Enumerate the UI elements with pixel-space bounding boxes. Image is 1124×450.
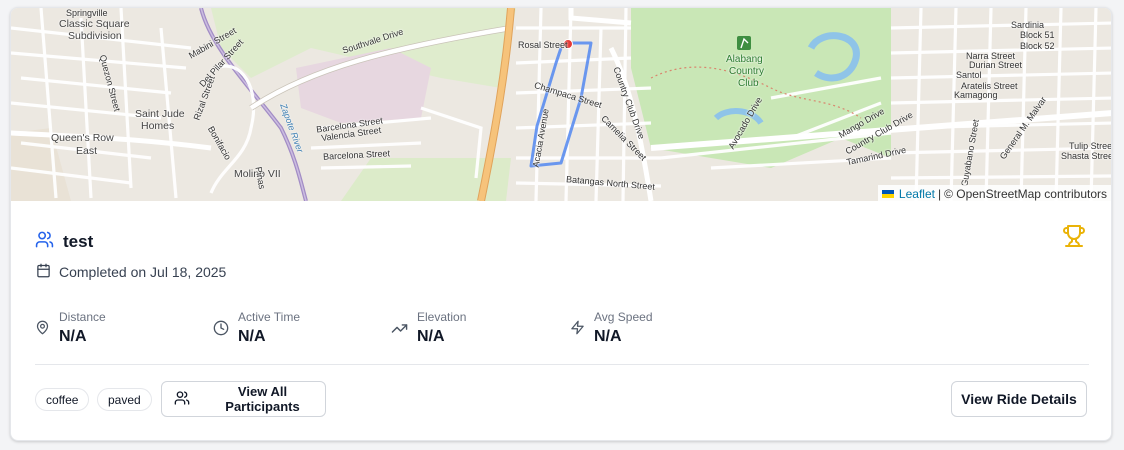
ukraine-flag-icon [881,189,894,198]
stat-elevation: Elevation N/A [391,310,466,346]
tag-paved: paved [97,388,152,411]
map-attribution: Leaflet | © OpenStreetMap contributors [877,185,1111,201]
view-ride-details-button[interactable]: View Ride Details [951,381,1087,417]
stats-divider [35,364,1089,365]
ride-title-row: test [35,230,93,254]
stat-label: Active Time [238,310,301,324]
ride-card: Springville Classic Square Subdivision S… [10,7,1112,441]
users-icon [174,390,190,409]
completed-date-row: Completed on Jul 18, 2025 [36,263,226,281]
completed-date: Completed on Jul 18, 2025 [59,264,227,280]
stat-value: N/A [59,328,87,345]
stat-avg-speed: Avg Speed N/A [570,310,653,346]
tag-coffee: coffee [35,388,90,411]
map-tiles [11,8,1111,201]
users-icon [35,230,54,254]
osm-attribution[interactable]: © OpenStreetMap contributors [944,187,1107,201]
stat-value: N/A [594,328,622,345]
stat-distance: Distance N/A [35,310,106,346]
ride-stats: Distance N/A Active Time N/A Elevation N… [35,310,1089,365]
ride-title: test [63,232,94,251]
trophy-icon [1062,224,1086,253]
stat-label: Avg Speed [594,310,653,324]
trending-up-icon [391,320,408,346]
clock-icon [213,320,229,346]
stat-active-time: Active Time N/A [213,310,300,346]
participants-button-label: View All Participants [225,384,300,414]
stat-label: Elevation [417,310,467,324]
view-all-participants-button[interactable]: View All Participants [161,381,326,417]
stat-label: Distance [59,310,106,324]
route-map[interactable]: Springville Classic Square Subdivision S… [11,8,1111,201]
stat-value: N/A [417,328,445,345]
map-pin-icon [35,320,50,346]
zap-icon [570,320,585,346]
leaflet-link[interactable]: Leaflet [899,187,935,201]
calendar-icon [36,263,51,281]
attribution-separator: | [937,186,942,201]
golf-course-icon [737,36,751,50]
stat-value: N/A [238,328,266,345]
